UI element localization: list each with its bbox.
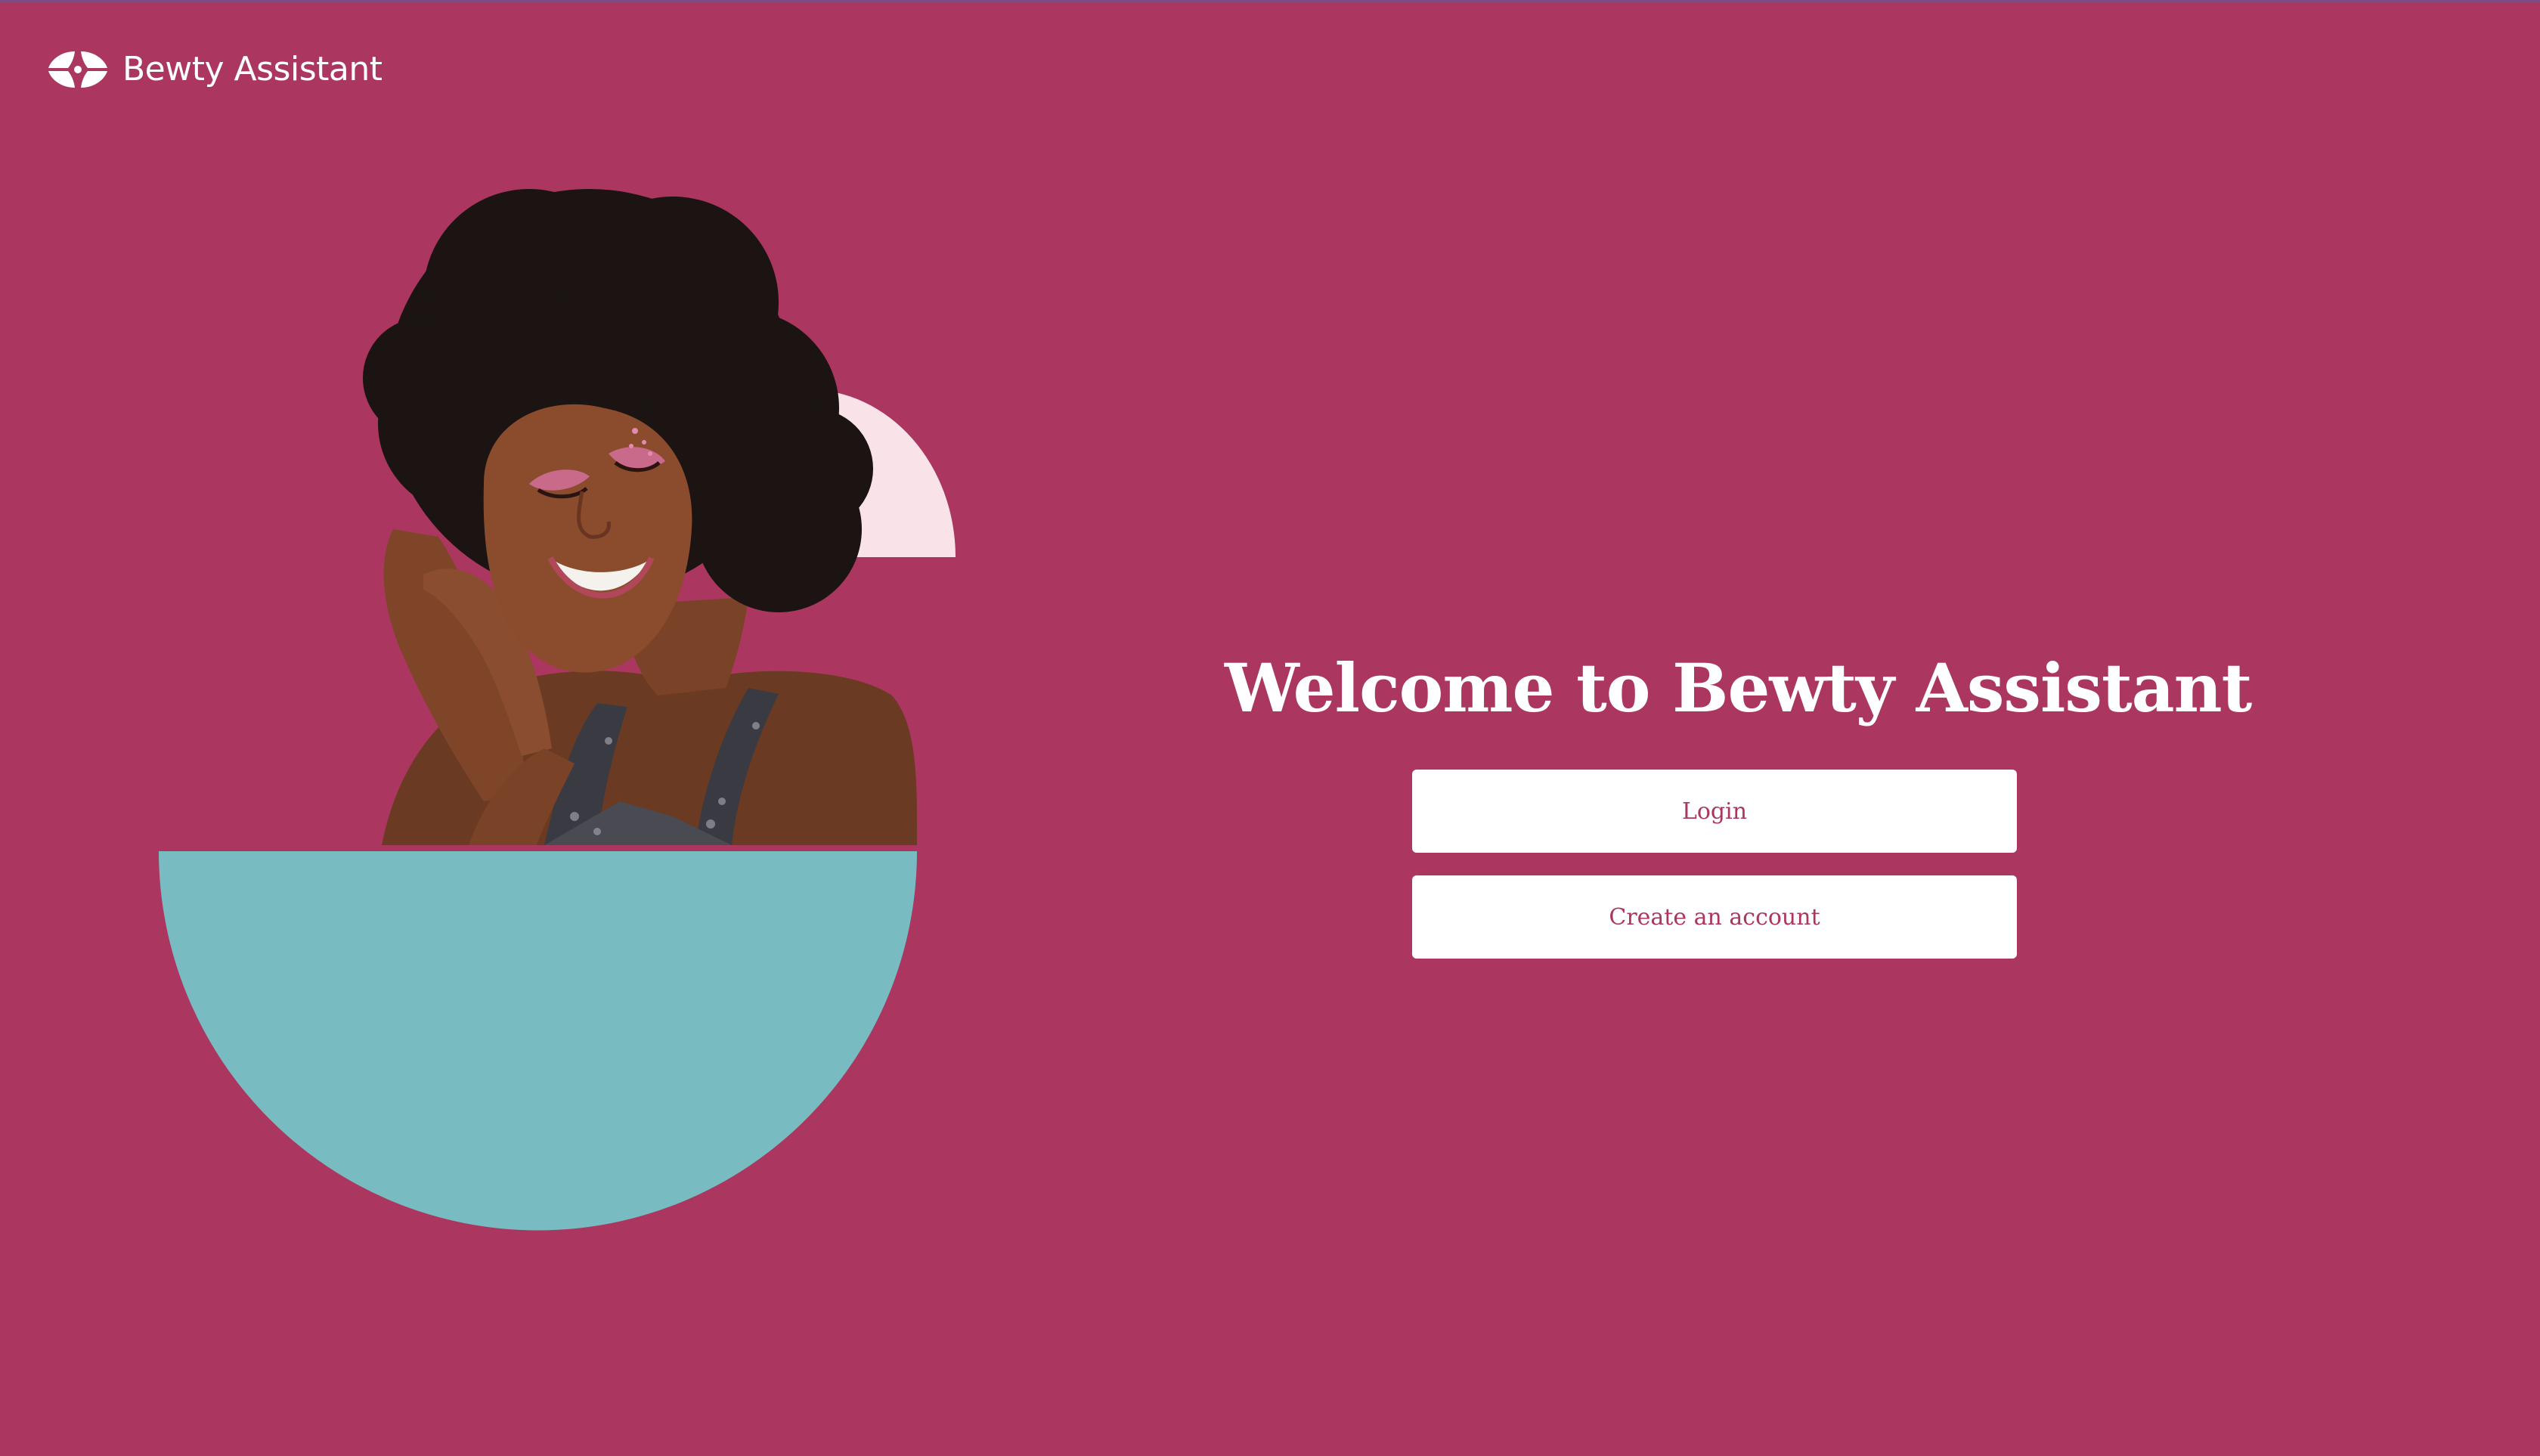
login-button[interactable]: Login <box>1412 770 2017 853</box>
welcome-title: Welcome to Bewty Assistant <box>1225 649 2252 727</box>
teal-half-circle <box>159 851 917 1231</box>
welcome-page: Bewty Assistant Welcome to Bewty Assista… <box>0 0 2540 1456</box>
welcome-panel: Welcome to Bewty Assistant Login Create … <box>1225 635 2252 959</box>
woman-portrait-illustration <box>159 189 956 1231</box>
create-account-button[interactable]: Create an account <box>1412 875 2017 959</box>
hero-illustration <box>0 0 1058 1456</box>
